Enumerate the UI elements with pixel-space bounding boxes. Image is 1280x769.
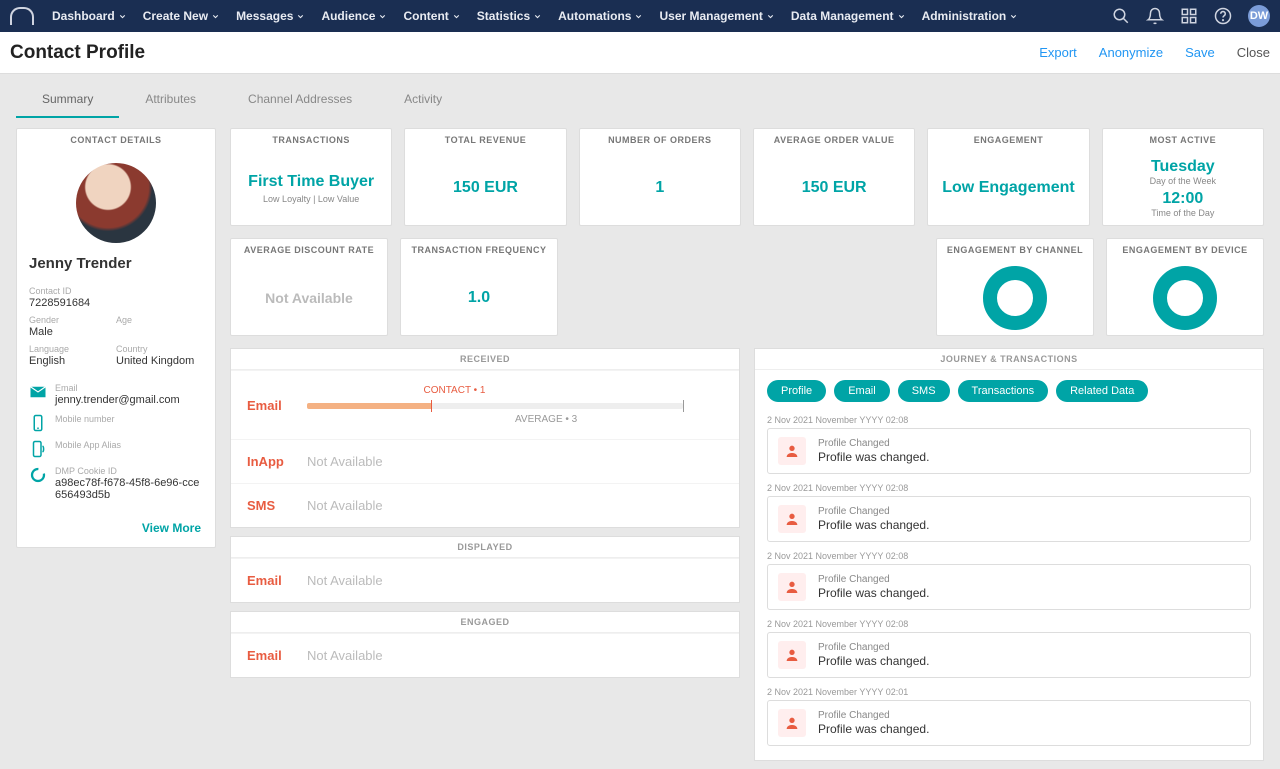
engaged-section: ENGAGED Email Not Available	[230, 611, 740, 678]
channel-mobile: Mobile number	[29, 414, 203, 432]
contact-id-label: Contact ID	[29, 286, 203, 296]
received-email-label: Email	[247, 398, 307, 413]
brand-logo	[10, 7, 34, 25]
tab-channel-addresses[interactable]: Channel Addresses	[222, 82, 378, 118]
search-icon[interactable]	[1112, 7, 1130, 25]
user-icon	[778, 505, 806, 533]
save-button[interactable]: Save	[1185, 45, 1215, 60]
journey-item: 2 Nov 2021 November YYYY 02:08 Profile C…	[755, 480, 1263, 548]
nav-user-management[interactable]: User Management	[651, 9, 782, 23]
received-inapp-label: InApp	[247, 454, 307, 469]
language-label: Language	[29, 344, 116, 354]
age-label: Age	[116, 315, 203, 325]
metric-eng-device: ENGAGEMENT BY DEVICE	[1106, 238, 1264, 336]
nav-administration[interactable]: Administration	[914, 9, 1027, 23]
contact-name: Jenny Trender	[17, 255, 215, 272]
metric-number-of-orders: NUMBER OF ORDERS 1	[579, 128, 741, 226]
metric-eng-channel: ENGAGEMENT BY CHANNEL	[936, 238, 1094, 336]
top-nav: Dashboard Create New Messages Audience C…	[0, 0, 1280, 32]
country-label: Country	[116, 344, 203, 354]
contact-details-card: CONTACT DETAILS Jenny Trender Contact ID…	[16, 128, 216, 548]
gender-value: Male	[29, 326, 116, 338]
profile-tabs: SummaryAttributesChannel AddressesActivi…	[0, 82, 1280, 118]
pill-profile[interactable]: Profile	[767, 380, 826, 402]
anonymize-button[interactable]: Anonymize	[1099, 45, 1163, 60]
view-more-button[interactable]: View More	[17, 509, 215, 535]
nav-create-new[interactable]: Create New	[135, 9, 228, 23]
journey-item: 2 Nov 2021 November YYYY 02:01 Profile C…	[755, 684, 1263, 752]
displayed-section: DISPLAYED Email Not Available	[230, 536, 740, 603]
metric-transactions: TRANSACTIONS First Time BuyerLow Loyalty…	[230, 128, 392, 226]
help-icon[interactable]	[1214, 7, 1232, 25]
language-value: English	[29, 355, 116, 367]
apps-icon[interactable]	[1180, 7, 1198, 25]
tab-summary[interactable]: Summary	[16, 82, 119, 118]
pill-email[interactable]: Email	[834, 380, 890, 402]
nav-content[interactable]: Content	[395, 9, 468, 23]
card-title: CONTACT DETAILS	[17, 129, 215, 151]
channel-app: Mobile App Alias	[29, 440, 203, 458]
nav-messages[interactable]: Messages	[228, 9, 313, 23]
bell-icon[interactable]	[1146, 7, 1164, 25]
export-button[interactable]: Export	[1039, 45, 1077, 60]
nav-audience[interactable]: Audience	[313, 9, 395, 23]
journey-item: 2 Nov 2021 November YYYY 02:08 Profile C…	[755, 412, 1263, 480]
user-icon	[778, 641, 806, 669]
pill-related-data[interactable]: Related Data	[1056, 380, 1148, 402]
journey-section: JOURNEY & TRANSACTIONS ProfileEmailSMSTr…	[754, 348, 1264, 761]
country-value: United Kingdom	[116, 355, 203, 367]
metric-avg-discount: AVERAGE DISCOUNT RATE Not Available	[230, 238, 388, 336]
user-avatar[interactable]: DW	[1248, 5, 1270, 27]
nav-data-management[interactable]: Data Management	[783, 9, 914, 23]
donut-chart-icon	[983, 266, 1047, 330]
user-icon	[778, 709, 806, 737]
cookie-icon	[29, 466, 47, 484]
mobile-app-icon	[29, 440, 47, 458]
metric-average-order-value: AVERAGE ORDER VALUE 150 EUR	[753, 128, 915, 226]
close-button[interactable]: Close	[1237, 45, 1270, 60]
metric-txn-freq: TRANSACTION FREQUENCY 1.0	[400, 238, 558, 336]
pill-transactions[interactable]: Transactions	[958, 380, 1049, 402]
tab-attributes[interactable]: Attributes	[119, 82, 222, 118]
user-icon	[778, 437, 806, 465]
contact-avatar	[76, 163, 156, 243]
donut-chart-icon	[1153, 266, 1217, 330]
channel-dmp: DMP Cookie ID a98ec78f-f678-45f8-6e96-cc…	[29, 466, 203, 501]
metric-most-active: MOST ACTIVE TuesdayDay of the Week12:00T…	[1102, 128, 1264, 226]
contact-id-value: 7228591684	[29, 297, 203, 309]
received-email-chart: CONTACT • 1 AVERAGE • 3	[307, 385, 723, 425]
page-title: Contact Profile	[10, 42, 145, 64]
received-sms-label: SMS	[247, 498, 307, 513]
nav-statistics[interactable]: Statistics	[469, 9, 550, 23]
metric-total-revenue: TOTAL REVENUE 150 EUR	[404, 128, 566, 226]
page-header: Contact Profile Export Anonymize Save Cl…	[0, 32, 1280, 74]
journey-item: 2 Nov 2021 November YYYY 02:08 Profile C…	[755, 616, 1263, 684]
channel-email: Email jenny.trender@gmail.com	[29, 383, 203, 406]
nav-dashboard[interactable]: Dashboard	[44, 9, 135, 23]
journey-item: 2 Nov 2021 November YYYY 02:08 Profile C…	[755, 548, 1263, 616]
nav-automations[interactable]: Automations	[550, 9, 651, 23]
user-icon	[778, 573, 806, 601]
metric-engagement: ENGAGEMENT Low Engagement	[927, 128, 1089, 226]
received-section: RECEIVED Email CONTACT • 1 AVERAGE • 3 I…	[230, 348, 740, 528]
email-icon	[29, 383, 47, 401]
phone-icon	[29, 414, 47, 432]
tab-activity[interactable]: Activity	[378, 82, 468, 118]
gender-label: Gender	[29, 315, 116, 325]
pill-sms[interactable]: SMS	[898, 380, 950, 402]
